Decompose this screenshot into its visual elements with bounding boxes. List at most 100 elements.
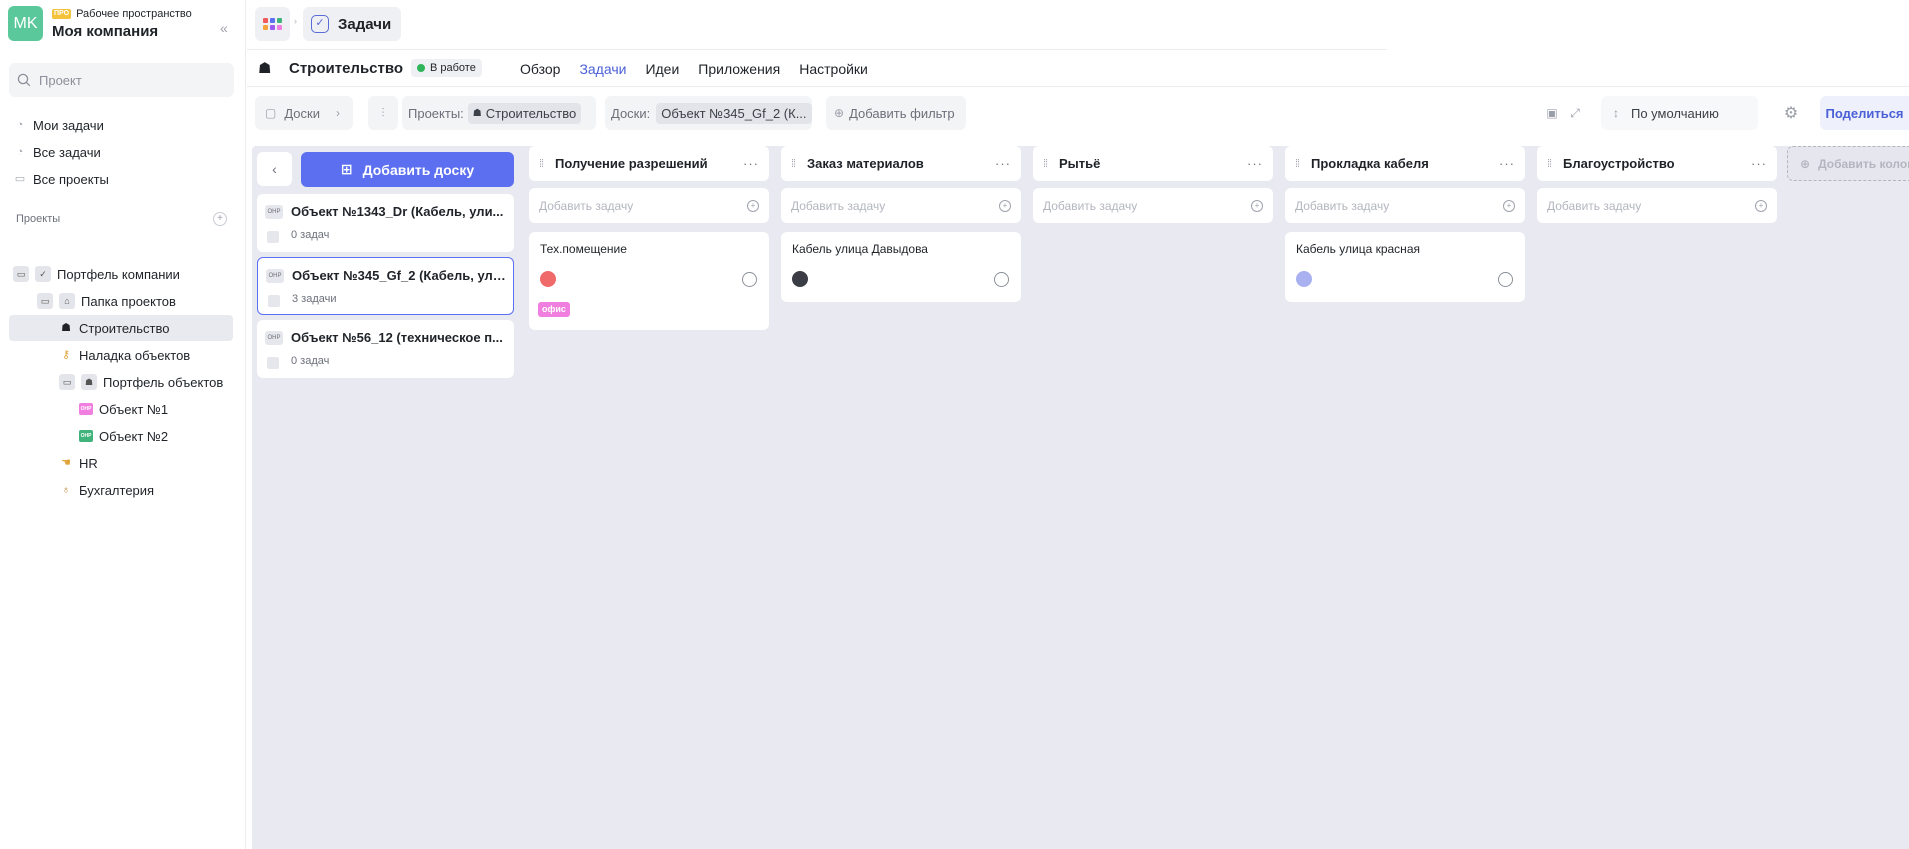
status-badge[interactable]: В работе: [411, 59, 482, 77]
more-icon[interactable]: ···: [1751, 156, 1767, 171]
more-icon[interactable]: ···: [995, 156, 1011, 171]
nav-label: Все проекты: [33, 171, 109, 187]
tree-item-object-2[interactable]: ОНР Объект №2: [79, 423, 233, 449]
column-header[interactable]: ⁞⁞ Прокладка кабеля ···: [1285, 146, 1525, 181]
workspace-plan-badge: ПРО: [52, 9, 72, 19]
task-card[interactable]: Кабель улица красная: [1285, 232, 1525, 302]
boards-panel: ‹ ⊞ Добавить доску ОНР Объект №1343_Dr (…: [252, 146, 521, 849]
tree-item-object-1[interactable]: ОНР Объект №1: [79, 396, 233, 422]
plus-circle-icon[interactable]: +: [1503, 199, 1515, 212]
add-task-input[interactable]: Добавить задачу +: [781, 188, 1021, 223]
tab-tasks-project[interactable]: Задачи: [579, 61, 626, 77]
sort-label: По умолчанию: [1631, 105, 1719, 121]
plus-circle-icon[interactable]: +: [999, 199, 1011, 212]
workspace-subtitle-row: ПРО Рабочее пространство: [52, 8, 192, 20]
tree-item-label: Наладка объектов: [79, 347, 191, 363]
share-button[interactable]: Поделиться: [1820, 96, 1909, 130]
drag-handle-icon[interactable]: ⁞⁞: [1043, 158, 1053, 170]
board-card-selected[interactable]: ОНР Объект №345_Gf_2 (Кабель, ули... 3 з…: [257, 257, 514, 315]
column-header[interactable]: ⁞⁞ Получение разрешений ···: [529, 146, 769, 181]
assignee-avatar[interactable]: [540, 271, 556, 287]
chevron-right-icon: ›: [335, 106, 340, 120]
workspace-header[interactable]: MK ПРО Рабочее пространство Моя компания…: [8, 6, 240, 42]
add-task-placeholder: Добавить задачу: [539, 198, 634, 213]
folder-icon: ▭: [14, 173, 26, 185]
assignee-avatar[interactable]: [1296, 271, 1312, 287]
add-task-placeholder: Добавить задачу: [1043, 198, 1138, 213]
tree-item-objects-portfolio[interactable]: ▭ ☗ Портфель объектов: [59, 369, 233, 395]
settings-button[interactable]: ⚙: [1776, 96, 1806, 130]
check-circle-icon: ◔: [16, 119, 24, 131]
tree-item-company-portfolio[interactable]: ▭ ✓ Портфель компании: [13, 261, 233, 287]
board-card[interactable]: ОНР Объект №56_12 (техническое п... 0 за…: [257, 320, 514, 378]
boards-filter[interactable]: Доски: Объект №345_Gf_2 (К...: [605, 96, 812, 130]
tab-overview[interactable]: Обзор: [520, 61, 560, 77]
complete-task-checkbox[interactable]: [742, 272, 757, 287]
add-task-input[interactable]: Добавить задачу +: [529, 188, 769, 223]
worker-icon: ☗: [81, 374, 97, 390]
sliders-icon: ⫶: [381, 105, 385, 120]
boards-toggle-button[interactable]: ▢ Доски ›: [255, 96, 353, 130]
collapse-boards-button[interactable]: ‹: [257, 152, 292, 186]
tree-item-hr[interactable]: ☚ HR: [59, 450, 233, 476]
complete-task-checkbox[interactable]: [994, 272, 1009, 287]
drag-handle-icon[interactable]: ⁞⁞: [1295, 158, 1305, 170]
column-header[interactable]: ⁞⁞ Рытьё ···: [1033, 146, 1273, 181]
tree-item-label: Объект №2: [99, 428, 169, 444]
sort-dropdown[interactable]: ↕ По умолчанию: [1601, 96, 1758, 130]
tree-item-label: HR: [79, 455, 98, 471]
add-task-input[interactable]: Добавить задачу +: [1285, 188, 1525, 223]
apps-grid-icon: [263, 18, 282, 30]
plus-circle-icon[interactable]: +: [747, 199, 759, 212]
search-input[interactable]: [39, 72, 209, 88]
add-task-input[interactable]: Добавить задачу +: [1537, 188, 1777, 223]
board-title: Объект №56_12 (техническое п...: [291, 330, 503, 345]
tab-ideas[interactable]: Идеи: [645, 61, 679, 77]
nav-all-projects[interactable]: ▭ Все проекты: [14, 168, 109, 190]
drag-handle-icon[interactable]: ⁞⁞: [1547, 158, 1557, 170]
check-icon: ✓: [35, 266, 51, 282]
assignee-avatar[interactable]: [792, 271, 808, 287]
add-task-input[interactable]: Добавить задачу +: [1033, 188, 1273, 223]
workspace-avatar: MK: [8, 6, 43, 41]
tree-item-accounting[interactable]: ♁ Бухгалтерия: [59, 477, 233, 503]
tab-settings[interactable]: Настройки: [799, 61, 868, 77]
projects-filter[interactable]: Проекты: ☗ Строительство: [402, 96, 596, 130]
boards-filter-chip[interactable]: Объект №345_Gf_2 (К...: [656, 102, 812, 124]
plus-circle-icon[interactable]: +: [1251, 199, 1263, 212]
plus-circle-icon: ⊕: [834, 106, 845, 120]
column-header[interactable]: ⁞⁞ Заказ материалов ···: [781, 146, 1021, 181]
board-task-count: 3 задачи: [292, 293, 337, 305]
board-card[interactable]: ОНР Объект №1343_Dr (Кабель, ули... 0 за…: [257, 194, 514, 252]
tree-item-setup[interactable]: ⚷ Наладка объектов: [59, 342, 233, 368]
column-header[interactable]: ⁞⁞ Благоустройство ···: [1537, 146, 1777, 181]
object-badge: ОНР: [79, 403, 93, 415]
apps-menu-button[interactable]: [255, 7, 290, 41]
task-card[interactable]: Кабель улица Давыдова: [781, 232, 1021, 302]
project-search[interactable]: [9, 63, 234, 97]
task-tag: офис: [538, 302, 570, 317]
collapse-sidebar-icon[interactable]: «: [220, 21, 234, 35]
tab-apps[interactable]: Приложения: [698, 61, 780, 77]
fullscreen-button[interactable]: ⤢: [1563, 96, 1587, 130]
tree-item-construction[interactable]: ☗ Строительство: [9, 315, 233, 341]
more-icon[interactable]: ···: [1499, 156, 1515, 171]
projects-filter-chip[interactable]: ☗ Строительство: [467, 102, 582, 124]
plus-circle-icon[interactable]: +: [1755, 199, 1767, 212]
tab-tasks[interactable]: ✓ Задачи: [303, 7, 402, 41]
add-filter-button[interactable]: ⊕ Добавить фильтр: [826, 96, 966, 130]
filter-settings-button[interactable]: ⫶: [368, 96, 398, 130]
drag-handle-icon[interactable]: ⁞⁞: [791, 158, 801, 170]
more-icon[interactable]: ···: [1247, 156, 1263, 171]
add-column-button[interactable]: ⊕ Добавить колонку: [1787, 146, 1909, 181]
add-board-button[interactable]: ⊞ Добавить доску: [301, 152, 514, 187]
drag-handle-icon[interactable]: ⁞⁞: [539, 158, 549, 170]
more-icon[interactable]: ···: [743, 156, 759, 171]
complete-task-checkbox[interactable]: [1498, 272, 1513, 287]
projects-section-label: Проекты: [16, 213, 61, 225]
task-card[interactable]: Тех.помещение офис: [529, 232, 769, 330]
nav-my-tasks[interactable]: ◔ Мои задачи: [14, 114, 104, 136]
nav-all-tasks[interactable]: ◔ Все задачи: [14, 141, 101, 163]
add-project-icon[interactable]: +: [213, 212, 227, 226]
tree-item-projects-folder[interactable]: ▭ ⌂ Папка проектов: [37, 288, 233, 314]
